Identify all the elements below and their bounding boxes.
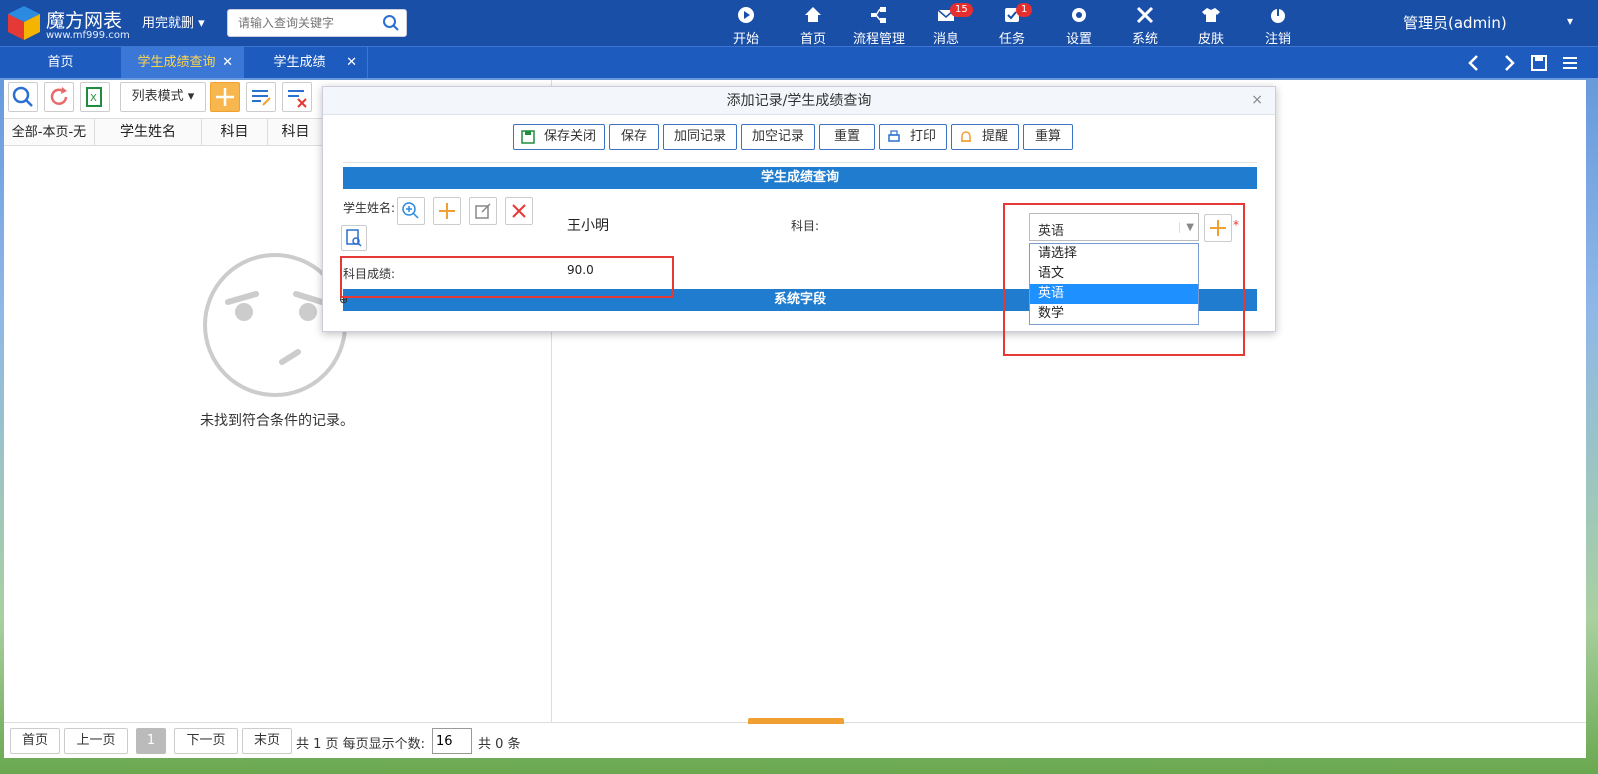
play-icon — [738, 7, 754, 23]
edit-icon — [475, 203, 491, 219]
page-summary: 共 1 页 每页显示个数: — [296, 737, 426, 752]
highlight-box-subject — [1003, 203, 1245, 356]
column-header[interactable]: 科目 — [202, 119, 268, 146]
next-page-button[interactable]: 下一页 — [174, 728, 238, 754]
document-search-icon — [346, 229, 362, 247]
column-header[interactable]: 学生姓名 — [95, 119, 202, 146]
search-icon — [12, 86, 33, 107]
menu-icon[interactable] — [1558, 51, 1582, 75]
student-name-value: 王小明 — [567, 218, 609, 234]
top-bar: 魔方网表 www.mf999.com 用完就删 ▾ 开始 首页 流程管理 15 … — [0, 0, 1598, 47]
edit-student-button[interactable] — [469, 197, 497, 225]
select-scope-header[interactable]: 全部-本页-无 — [4, 119, 95, 146]
section-header-main: 学生成绩查询 — [343, 167, 1257, 189]
refresh-icon — [50, 87, 68, 105]
print-button[interactable]: 打印 — [879, 124, 947, 150]
brand-site: www.mf999.com — [46, 30, 130, 41]
workflow-icon — [871, 7, 886, 23]
power-icon — [1271, 8, 1285, 23]
add-student-button[interactable] — [433, 197, 461, 225]
student-name-label: 学生姓名: — [343, 201, 396, 215]
save-icon[interactable] — [1527, 51, 1551, 75]
prev-page-button[interactable]: 上一页 — [64, 728, 128, 754]
home-icon — [805, 7, 821, 22]
edit-button[interactable] — [246, 82, 276, 112]
nav-settings[interactable]: 设置 — [1051, 4, 1107, 47]
svg-text:X: X — [90, 93, 97, 104]
close-icon[interactable]: ✕ — [222, 47, 233, 78]
logo-icon — [8, 6, 40, 40]
highlight-box-score — [340, 256, 674, 298]
brand-name: 魔方网表 — [46, 10, 123, 32]
search-icon[interactable] — [382, 14, 400, 32]
plus-icon — [439, 203, 455, 219]
nav-logout[interactable]: 注销 — [1250, 4, 1306, 47]
reset-button[interactable]: 重置 — [819, 124, 875, 150]
gear-icon — [1072, 8, 1086, 22]
nav-tasks[interactable]: 1 任务 — [984, 3, 1040, 47]
column-header[interactable]: 科目 — [268, 119, 324, 146]
shirt-icon — [1202, 8, 1220, 22]
add-button[interactable] — [210, 82, 240, 112]
zoom-in-icon — [402, 202, 419, 219]
search-button[interactable] — [8, 82, 38, 112]
chevron-right-icon[interactable] — [1497, 51, 1521, 75]
tab-bar: 首页 学生成绩查询 ✕ 学生成绩 ✕ — [0, 46, 1598, 78]
total-count: 共 0 条 — [478, 737, 521, 752]
search-box — [227, 9, 407, 37]
recalc-button[interactable]: 重算 — [1023, 124, 1073, 150]
plus-icon — [216, 88, 234, 106]
add-same-button[interactable]: 加同记录 — [663, 124, 737, 150]
tasks-badge: 1 — [1016, 3, 1033, 17]
nav-system[interactable]: 系统 — [1117, 4, 1173, 47]
bell-icon — [961, 131, 971, 142]
lookup-button[interactable] — [397, 197, 425, 225]
pager: 首页 上一页 1 下一页 末页 共 1 页 每页显示个数: 共 0 条 — [4, 722, 1586, 758]
divider — [343, 162, 1257, 163]
dialog-title: 添加记录/学生成绩查询 × — [323, 87, 1275, 115]
empty-message: 未找到符合条件的记录。 — [200, 413, 354, 429]
printer-icon — [888, 130, 900, 142]
delete-button[interactable] — [282, 82, 312, 112]
messages-badge: 15 — [950, 3, 973, 17]
save-close-button[interactable]: 保存关闭 — [513, 124, 605, 150]
excel-icon: X — [86, 87, 102, 107]
save-icon — [521, 130, 535, 144]
first-page-button[interactable]: 首页 — [10, 728, 60, 754]
current-page[interactable]: 1 — [136, 728, 166, 754]
chevron-left-icon[interactable] — [1462, 51, 1486, 75]
splitter-handle[interactable] — [748, 718, 844, 724]
tab-home[interactable]: 首页 — [0, 47, 122, 78]
remind-button[interactable]: 提醒 — [951, 124, 1019, 150]
close-icon — [512, 204, 526, 218]
nav-home[interactable]: 首页 — [785, 4, 841, 47]
mode-switch[interactable]: 用完就删 ▾ — [142, 12, 205, 31]
nav-messages[interactable]: 15 消息 — [918, 3, 974, 47]
clear-student-button[interactable] — [505, 197, 533, 225]
page-size-input[interactable] — [432, 728, 472, 754]
user-name[interactable]: 管理员(admin) — [1403, 12, 1507, 33]
delete-list-icon — [288, 90, 307, 108]
list-mode-dropdown[interactable]: 列表模式 ▾ — [120, 82, 206, 112]
nav-start[interactable]: 开始 — [718, 4, 774, 47]
subject-label: 科目: — [791, 219, 820, 233]
chevron-down-icon[interactable]: ▾ — [1567, 14, 1573, 28]
tools-icon — [1136, 6, 1154, 24]
export-excel-button[interactable]: X — [80, 82, 110, 112]
nav-workflow[interactable]: 流程管理 — [851, 4, 907, 47]
search-input[interactable] — [228, 10, 376, 36]
nav-skin[interactable]: 皮肤 — [1183, 4, 1239, 47]
edit-list-icon — [252, 90, 271, 106]
save-button[interactable]: 保存 — [609, 124, 659, 150]
add-empty-button[interactable]: 加空记录 — [741, 124, 815, 150]
refresh-button[interactable] — [44, 82, 74, 112]
last-page-button[interactable]: 末页 — [242, 728, 292, 754]
close-icon[interactable]: × — [1251, 87, 1263, 113]
view-student-button[interactable] — [341, 225, 367, 251]
tab-score-query[interactable]: 学生成绩查询 ✕ — [122, 47, 244, 78]
tab-score[interactable]: 学生成绩 ✕ — [244, 47, 368, 78]
close-icon[interactable]: ✕ — [346, 47, 357, 78]
